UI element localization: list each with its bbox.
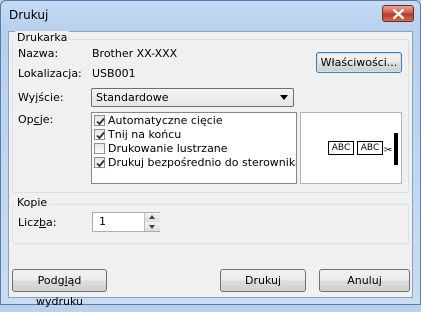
checkmark-icon xyxy=(96,131,105,140)
copies-group xyxy=(12,204,409,244)
chevron-down-icon xyxy=(280,95,288,100)
properties-button[interactable]: Właściwości... xyxy=(316,52,402,73)
chevron-down-icon xyxy=(149,225,155,229)
tape-end-marker xyxy=(394,133,398,165)
option-label: Drukuj bezpośrednio do sterownika dru xyxy=(108,156,297,169)
properties-button-label: Właściwości... xyxy=(320,56,398,69)
copies-group-label: Kopie xyxy=(15,196,50,209)
copies-count-label: Liczba: xyxy=(18,216,57,229)
options-label: Opcje: xyxy=(18,113,54,126)
printer-location-label: Lokalizacja: xyxy=(18,67,82,80)
cancel-button-label: Anuluj xyxy=(347,274,382,287)
checkmark-icon xyxy=(96,159,105,168)
mirror-print-checkbox[interactable] xyxy=(94,143,105,154)
auto-cut-checkbox[interactable] xyxy=(94,115,105,126)
printer-group-label: Drukarka xyxy=(15,31,70,44)
close-icon xyxy=(393,9,404,19)
output-label: Wyjście: xyxy=(18,91,64,104)
title-bar[interactable]: Drukuj xyxy=(1,1,420,31)
printer-name-label: Nazwa: xyxy=(18,47,59,60)
copies-count-input[interactable]: 1 xyxy=(92,212,160,232)
option-label: Automatyczne cięcie xyxy=(108,114,223,127)
output-select-value: Standardowe xyxy=(96,91,169,104)
close-button[interactable] xyxy=(382,5,414,22)
spin-down-button[interactable] xyxy=(144,222,160,231)
printer-name-value: Brother XX-XXX xyxy=(92,47,178,60)
scissors-icon: ✂ xyxy=(384,145,393,156)
dialog-client-area: Drukarka Nazwa: Brother XX-XXX Lokalizac… xyxy=(8,31,413,308)
label-preview: ABC ABC ✂ xyxy=(300,112,402,184)
preview-label-2: ABC xyxy=(357,141,383,155)
option-label: Tnij na końcu xyxy=(108,128,182,141)
option-label: Drukowanie lustrzane xyxy=(108,142,228,155)
cancel-button[interactable]: Anuluj xyxy=(319,269,410,292)
preview-label-1: ABC xyxy=(328,141,354,155)
copies-count-value: 1 xyxy=(99,215,106,228)
print-button[interactable]: Drukuj xyxy=(220,269,306,292)
window-title: Drukuj xyxy=(9,8,49,22)
printer-location-value: USB001 xyxy=(92,67,136,80)
checkmark-icon xyxy=(96,117,105,126)
print-button-label: Drukuj xyxy=(244,274,282,287)
cut-at-end-checkbox[interactable] xyxy=(94,129,105,140)
print-dialog-window: Drukuj Drukarka Nazwa: Brother XX-XXX Lo… xyxy=(0,0,421,308)
direct-print-checkbox[interactable] xyxy=(94,157,105,168)
output-select[interactable]: Standardowe xyxy=(91,88,294,107)
print-preview-button[interactable]: Podgląd wydruku xyxy=(12,269,107,308)
chevron-up-icon xyxy=(149,215,155,219)
options-list[interactable]: Automatyczne cięcie Tnij na końcu Drukow… xyxy=(91,112,297,184)
